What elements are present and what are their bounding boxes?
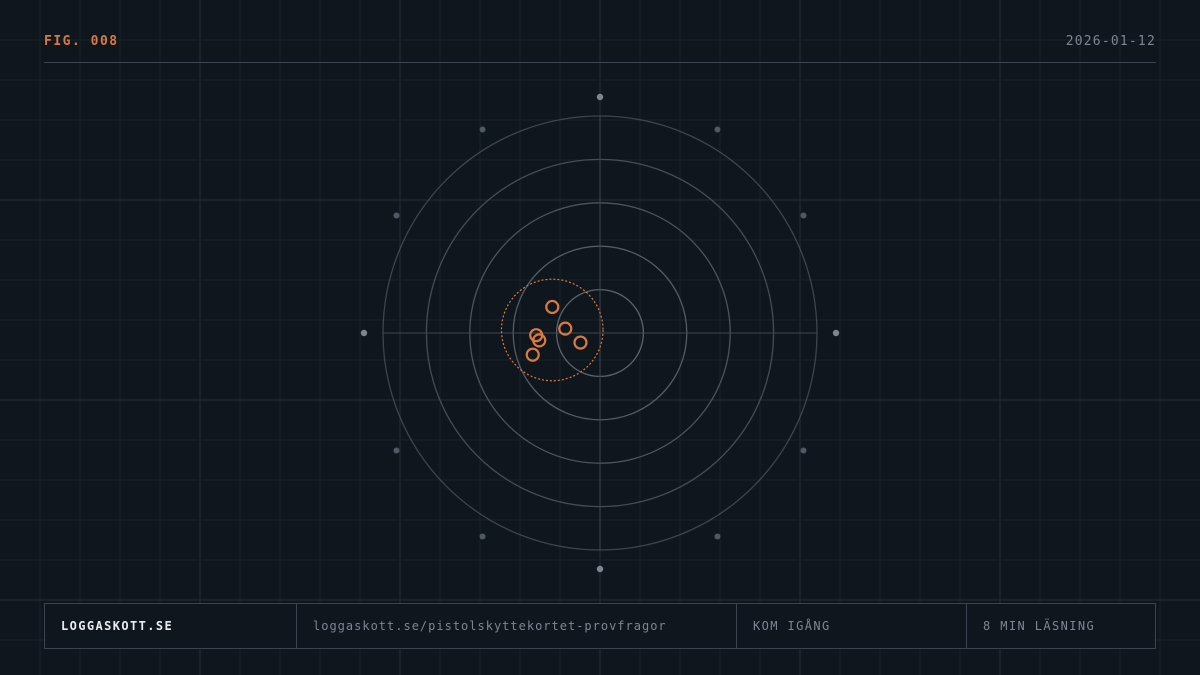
clock-marker xyxy=(393,212,400,219)
clock-marker xyxy=(360,329,368,337)
shot-hole xyxy=(545,299,560,315)
target-layer xyxy=(360,93,840,573)
clock-marker xyxy=(479,126,486,133)
shot-hole xyxy=(525,347,540,362)
clock-marker xyxy=(714,126,721,133)
clock-marker xyxy=(800,212,807,219)
site-name[interactable]: LOGGASKOTT.SE xyxy=(45,604,296,648)
shot-hole xyxy=(573,335,588,350)
get-started-link[interactable]: KOM IGÅNG xyxy=(736,604,966,648)
clock-marker xyxy=(596,565,604,573)
clock-marker xyxy=(832,329,840,337)
shooting-target-diagram xyxy=(360,93,840,573)
footer-bar: LOGGASKOTT.SE loggaskott.se/pistolskytte… xyxy=(44,603,1156,649)
shot-group-circle xyxy=(500,278,604,382)
clock-marker xyxy=(714,533,721,540)
article-url[interactable]: loggaskott.se/pistolskyttekortet-provfra… xyxy=(296,604,736,648)
clock-marker xyxy=(479,533,486,540)
clock-marker xyxy=(800,447,807,454)
clock-marker xyxy=(393,447,400,454)
reading-time: 8 MIN LÄSNING xyxy=(966,604,1155,648)
clock-marker xyxy=(596,93,604,101)
